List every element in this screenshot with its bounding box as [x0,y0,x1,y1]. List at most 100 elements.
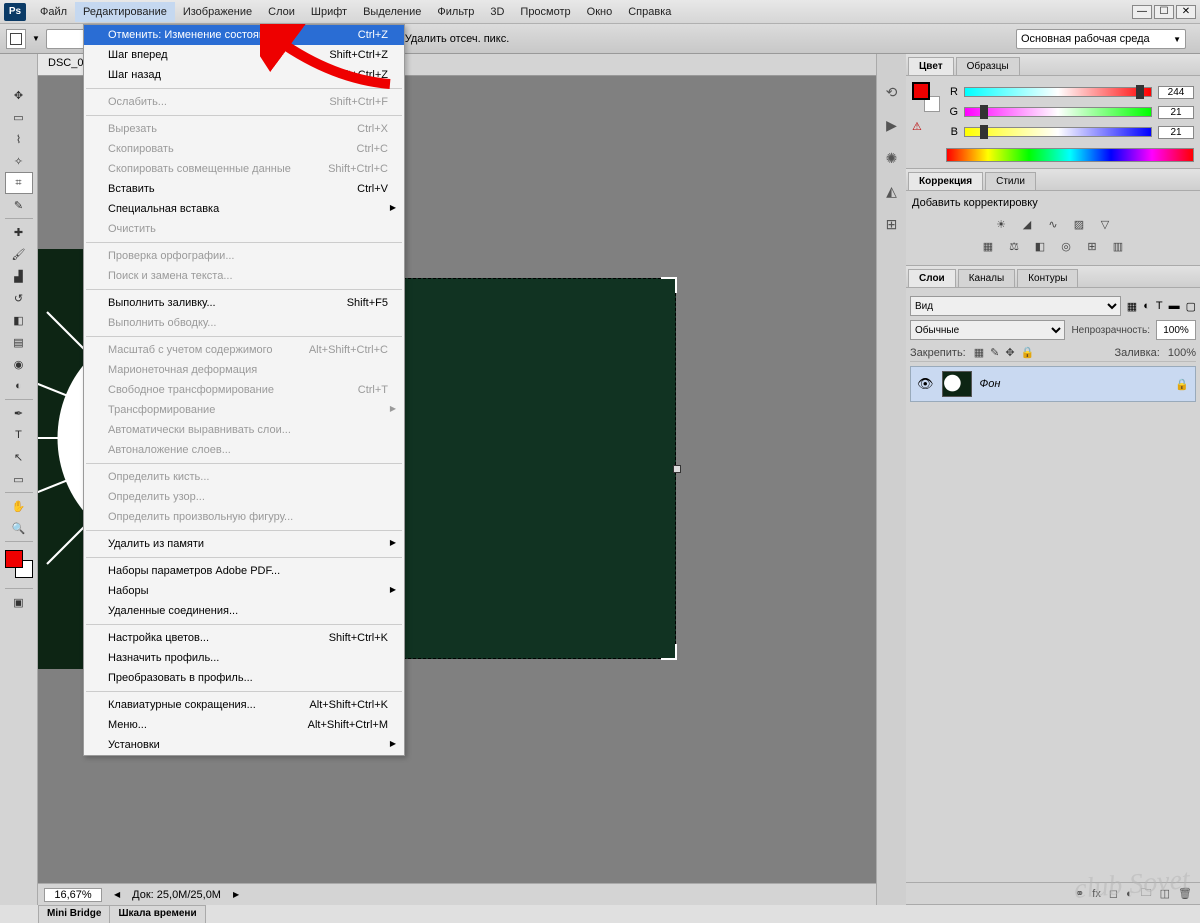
stamp-tool[interactable]: ▟ [5,265,33,287]
tab-styles[interactable]: Стили [985,172,1036,190]
properties-icon[interactable]: ✺ [886,150,898,167]
path-select-tool[interactable]: ↖ [5,446,33,468]
layer-mask-icon[interactable]: ◻ [1109,887,1118,900]
layer-fx-icon[interactable]: fx [1092,888,1101,900]
menu-item[interactable]: Меню...Alt+Shift+Ctrl+M [84,715,404,735]
delete-layer-icon[interactable]: 🗑 [1178,887,1192,900]
menu-layers[interactable]: Слои [260,2,303,22]
color-swatches[interactable] [5,550,33,578]
adj-photo-filter-icon[interactable]: ◎ [1057,237,1075,255]
blur-tool[interactable]: ◉ [5,353,33,375]
window-close-button[interactable]: ✕ [1176,5,1196,19]
slider-b[interactable] [964,127,1152,137]
adj-bw-icon[interactable]: ◧ [1031,237,1049,255]
pen-tool[interactable]: ✒ [5,402,33,424]
slider-r[interactable] [964,87,1152,97]
gradient-tool[interactable]: ▤ [5,331,33,353]
adj-levels-icon[interactable]: ◢ [1018,215,1036,233]
lasso-tool[interactable]: ⌇ [5,128,33,150]
menu-filter[interactable]: Фильтр [429,2,482,22]
menu-item[interactable]: Выполнить заливку...Shift+F5 [84,293,404,313]
adj-vibrance-icon[interactable]: ▽ [1096,215,1114,233]
filter-shape-icon[interactable]: ▬ [1169,300,1180,312]
crop-handle-se[interactable] [661,644,677,660]
tab-layers[interactable]: Слои [908,269,956,287]
menu-item[interactable]: Наборы параметров Adobe PDF... [84,561,404,581]
menu-file[interactable]: Файл [32,2,75,22]
value-g[interactable]: 21 [1158,106,1194,119]
filter-adjust-icon[interactable]: ◐ [1143,300,1150,312]
healing-brush-tool[interactable]: ✚ [5,221,33,243]
tab-adjustments[interactable]: Коррекция [908,172,983,190]
adj-color-lookup-icon[interactable]: ▥ [1109,237,1127,255]
menu-item[interactable]: Специальная вставка [84,199,404,219]
zoom-field[interactable]: 16,67% [44,888,102,902]
eraser-tool[interactable]: ◧ [5,309,33,331]
menu-item[interactable]: Клавиатурные сокращения...Alt+Shift+Ctrl… [84,695,404,715]
history-icon[interactable]: ⟲ [886,84,898,101]
window-minimize-button[interactable]: — [1132,5,1152,19]
lock-pixels-icon[interactable]: ▦ [974,346,984,359]
menu-3d[interactable]: 3D [482,2,512,22]
layer-name[interactable]: Фон [980,378,1001,390]
crop-tool[interactable]: ⌗ [5,172,33,194]
menu-type[interactable]: Шрифт [303,2,355,22]
menu-item[interactable]: Шаг назадAlt+Ctrl+Z [84,65,404,85]
new-layer-icon[interactable]: ◫ [1160,887,1170,900]
history-brush-tool[interactable]: ↺ [5,287,33,309]
shape-tool[interactable]: ▭ [5,468,33,490]
adj-brightness-icon[interactable]: ☀ [992,215,1010,233]
adj-balance-icon[interactable]: ⚖ [1005,237,1023,255]
blend-mode-select[interactable]: Обычные [910,320,1065,340]
hand-tool[interactable]: ✋ [5,495,33,517]
lock-position-icon[interactable]: ✥ [1005,346,1014,359]
menu-window[interactable]: Окно [579,2,621,22]
value-r[interactable]: 244 [1158,86,1194,99]
menu-item[interactable]: Назначить профиль... [84,648,404,668]
brush-tool[interactable]: 🖌 [5,243,33,265]
move-tool[interactable]: ✥ [5,84,33,106]
layer-kind-select[interactable]: Вид [910,296,1121,316]
menu-item[interactable]: Отменить: Изменение состоянияCtrl+Z [84,25,404,45]
spectrum-ramp[interactable] [946,148,1194,162]
type-tool[interactable]: T [5,424,33,446]
tab-swatches[interactable]: Образцы [956,57,1020,75]
lock-all-icon[interactable]: 🔒 [1021,346,1035,359]
adj-channel-mixer-icon[interactable]: ⊞ [1083,237,1101,255]
tool-preset-icon[interactable] [6,29,26,49]
panel-fg-swatch[interactable] [912,82,930,100]
zoom-tool[interactable]: 🔍 [5,517,33,539]
filter-type-icon[interactable]: T [1156,300,1163,312]
crop-handle-ne[interactable] [661,277,677,293]
dodge-tool[interactable]: ◐ [5,375,33,397]
menu-item[interactable]: Преобразовать в профиль... [84,668,404,688]
menu-item[interactable]: Удаленные соединения... [84,601,404,621]
window-maximize-button[interactable]: ☐ [1154,5,1174,19]
tab-mini-bridge[interactable]: Mini Bridge [38,905,110,923]
menu-edit[interactable]: Редактирование [75,2,175,22]
histogram-icon[interactable]: ◭ [886,183,897,200]
layer-thumbnail[interactable] [942,371,972,397]
menu-item[interactable]: Удалить из памяти [84,534,404,554]
menu-item[interactable]: Наборы [84,581,404,601]
quick-mask-toggle[interactable]: ▣ [5,591,33,613]
tab-color[interactable]: Цвет [908,57,954,75]
delete-cropped-checkbox[interactable]: Удалить отсеч. пикс. [388,32,510,45]
adj-hue-icon[interactable]: ▦ [979,237,997,255]
marquee-tool[interactable]: ▭ [5,106,33,128]
magic-wand-tool[interactable]: ✧ [5,150,33,172]
opacity-value[interactable]: 100% [1156,320,1196,340]
tab-paths[interactable]: Контуры [1017,269,1078,287]
slider-g[interactable] [964,107,1152,117]
new-adjust-icon[interactable]: ◐ [1126,888,1133,900]
menu-item[interactable]: Установки [84,735,404,755]
visibility-icon[interactable]: 👁 [917,376,934,392]
layer-row[interactable]: 👁 Фон 🔒 [910,366,1196,402]
menu-item[interactable]: Настройка цветов...Shift+Ctrl+K [84,628,404,648]
value-b[interactable]: 21 [1158,126,1194,139]
gamut-warning-icon[interactable]: ⚠ [912,120,922,133]
info-icon[interactable]: ⊞ [886,216,898,233]
menu-view[interactable]: Просмотр [512,2,578,22]
adj-curves-icon[interactable]: ∿ [1044,215,1062,233]
filter-smart-icon[interactable]: ▢ [1186,300,1196,313]
